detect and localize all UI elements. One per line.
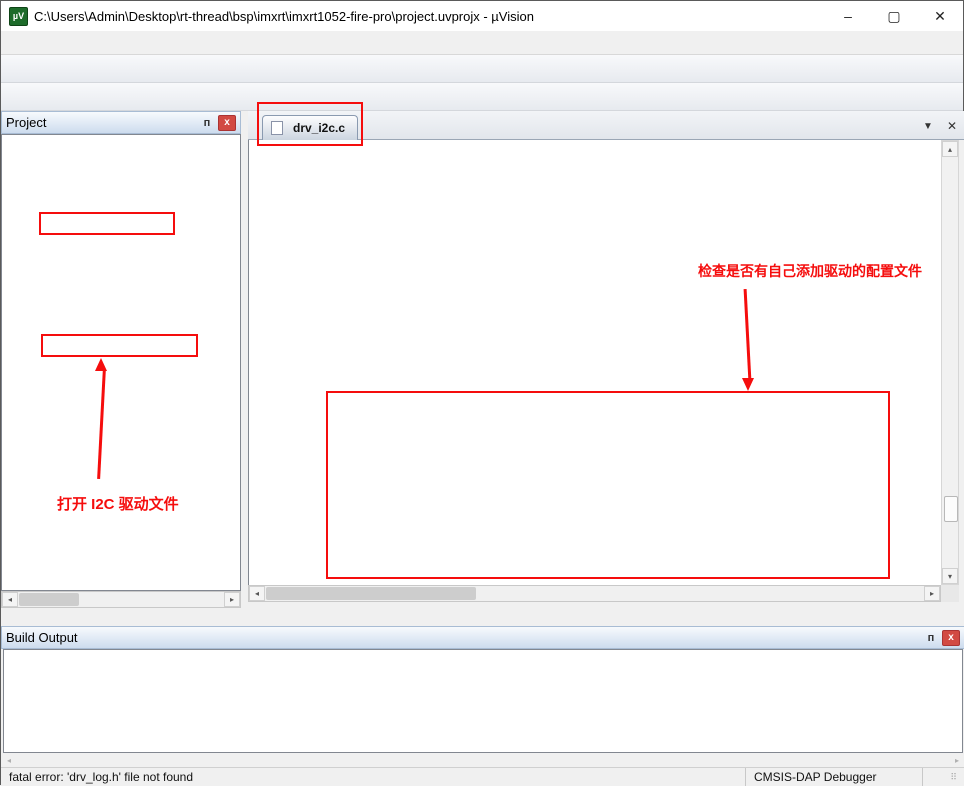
- close-button[interactable]: ✕: [917, 1, 963, 31]
- scrollbar-thumb[interactable]: [266, 587, 476, 600]
- pin-icon[interactable]: п: [924, 632, 938, 644]
- pin-icon[interactable]: п: [200, 117, 214, 129]
- tree-horizontal-scrollbar[interactable]: ◂ ▸: [1, 591, 241, 608]
- build-output-close-button[interactable]: x: [942, 630, 960, 646]
- build-output-scrollbar[interactable]: ◂▸: [3, 753, 963, 767]
- title-bar: µV C:\Users\Admin\Desktop\rt-thread\bsp\…: [1, 1, 963, 31]
- scroll-up-icon[interactable]: ▴: [942, 141, 958, 157]
- editor-area: drv_i2c.c ▼ ✕ ▴ ▾ ◂ ▸: [248, 111, 964, 626]
- scrollbar-thumb[interactable]: [944, 496, 958, 522]
- scroll-left-icon[interactable]: ◂: [249, 586, 265, 601]
- close-document-icon[interactable]: ✕: [947, 119, 957, 133]
- editor-tab-label: drv_i2c.c: [293, 121, 345, 135]
- build-output-content[interactable]: [3, 649, 963, 753]
- scroll-left-icon[interactable]: ◂: [7, 756, 11, 765]
- toolbar-build: [1, 83, 963, 111]
- scroll-right-icon[interactable]: ▸: [224, 592, 240, 607]
- maximize-button[interactable]: ▢: [871, 1, 917, 31]
- project-tree: [1, 134, 241, 591]
- scrollbar-corner: [941, 585, 959, 602]
- uvision-window: µV C:\Users\Admin\Desktop\rt-thread\bsp\…: [0, 0, 964, 785]
- scroll-right-icon[interactable]: ▸: [924, 586, 940, 601]
- editor-vertical-scrollbar[interactable]: ▴ ▾: [941, 140, 959, 585]
- build-output-panel: Build Output п x ◂▸: [1, 626, 964, 767]
- toolbar-file: [1, 55, 963, 83]
- minimize-button[interactable]: –: [825, 1, 871, 31]
- tab-drv-i2c[interactable]: drv_i2c.c: [262, 115, 358, 140]
- build-output-header: Build Output п x: [1, 626, 964, 649]
- project-panel: Project п x ◂ ▸: [1, 111, 241, 626]
- file-icon: [271, 121, 283, 135]
- uvision-logo-icon: µV: [9, 7, 28, 26]
- scroll-left-icon[interactable]: ◂: [2, 592, 18, 607]
- tab-list-dropdown-icon[interactable]: ▼: [923, 121, 933, 132]
- status-debugger: CMSIS-DAP Debugger: [746, 768, 923, 786]
- resize-grip[interactable]: ⠿: [923, 768, 964, 786]
- project-panel-close-button[interactable]: x: [218, 115, 236, 131]
- menu-bar: [1, 31, 963, 55]
- build-output-title: Build Output: [6, 630, 78, 645]
- project-panel-header: Project п x: [1, 111, 241, 134]
- window-title: C:\Users\Admin\Desktop\rt-thread\bsp\imx…: [34, 9, 534, 24]
- status-message: fatal error: 'drv_log.h' file not found: [1, 768, 746, 786]
- scroll-down-icon[interactable]: ▾: [942, 568, 958, 584]
- project-panel-title: Project: [6, 115, 46, 130]
- scroll-right-icon[interactable]: ▸: [955, 756, 959, 765]
- editor-tab-bar: drv_i2c.c ▼ ✕: [248, 111, 964, 140]
- code-editor[interactable]: [248, 140, 941, 585]
- editor-horizontal-scrollbar[interactable]: ◂ ▸: [248, 585, 941, 602]
- scrollbar-thumb[interactable]: [19, 593, 79, 606]
- status-bar: fatal error: 'drv_log.h' file not found …: [1, 767, 964, 786]
